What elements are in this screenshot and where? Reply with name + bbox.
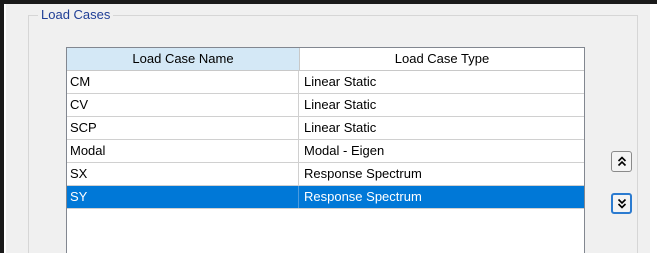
column-header-load-case-type[interactable]: Load Case Type bbox=[300, 48, 584, 71]
load-case-type-cell[interactable]: Modal - Eigen bbox=[300, 140, 584, 162]
load-case-name-cell[interactable]: CM bbox=[67, 71, 299, 93]
load-cases-table[interactable]: Load Case Name Load Case Type CM Linear … bbox=[66, 47, 585, 253]
table-row[interactable]: CM Linear Static bbox=[67, 71, 584, 94]
load-case-name-cell[interactable]: SY bbox=[67, 186, 299, 208]
double-chevron-down-icon bbox=[617, 198, 626, 209]
load-case-type-cell[interactable]: Response Spectrum bbox=[300, 186, 584, 208]
table-row[interactable]: Modal Modal - Eigen bbox=[67, 140, 584, 163]
table-rows: CM Linear Static CV Linear Static SCP Li… bbox=[67, 71, 584, 209]
table-row[interactable]: CV Linear Static bbox=[67, 94, 584, 117]
move-up-button[interactable] bbox=[611, 151, 632, 172]
double-chevron-up-icon bbox=[617, 156, 626, 167]
table-header: Load Case Name Load Case Type bbox=[67, 48, 584, 71]
window-frame-left bbox=[0, 0, 4, 253]
column-header-load-case-name[interactable]: Load Case Name bbox=[67, 48, 300, 71]
load-case-name-cell[interactable]: SX bbox=[67, 163, 299, 185]
move-down-button[interactable] bbox=[611, 193, 632, 214]
load-case-name-cell[interactable]: CV bbox=[67, 94, 299, 116]
load-case-name-cell[interactable]: Modal bbox=[67, 140, 299, 162]
load-cases-group-title: Load Cases bbox=[38, 7, 114, 23]
table-row-selected[interactable]: SY Response Spectrum bbox=[67, 186, 584, 209]
table-row[interactable]: SCP Linear Static bbox=[67, 117, 584, 140]
load-case-type-cell[interactable]: Linear Static bbox=[300, 94, 584, 116]
load-case-type-cell[interactable]: Linear Static bbox=[300, 117, 584, 139]
load-case-name-cell[interactable]: SCP bbox=[67, 117, 299, 139]
table-row[interactable]: SX Response Spectrum bbox=[67, 163, 584, 186]
load-case-type-cell[interactable]: Linear Static bbox=[300, 71, 584, 93]
load-case-type-cell[interactable]: Response Spectrum bbox=[300, 163, 584, 185]
